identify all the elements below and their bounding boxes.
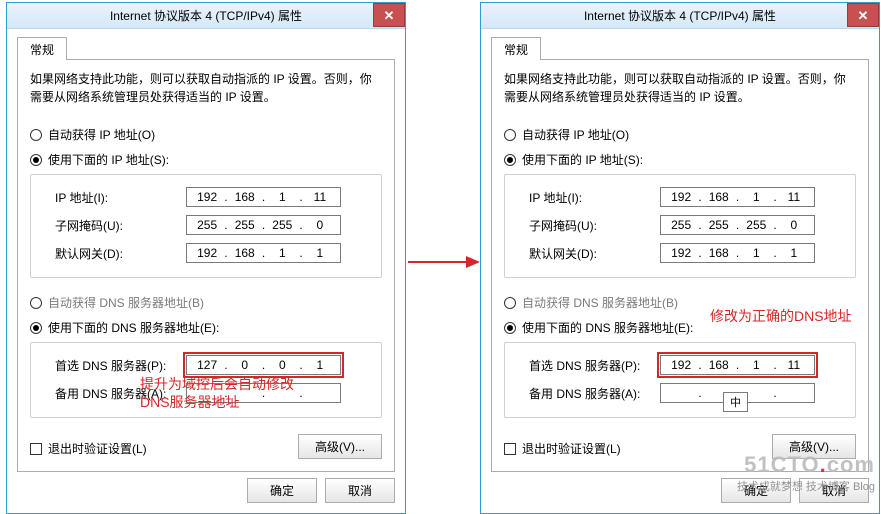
tabs: 常规: [17, 35, 395, 59]
dialog-body: 常规 如果网络支持此功能，则可以获取自动指派的 IP 设置。否则，你需要从网络系…: [7, 29, 405, 513]
validate-on-exit-checkbox[interactable]: 退出时验证设置(L): [30, 440, 147, 457]
close-button[interactable]: ✕: [847, 3, 879, 27]
radio-auto-ip[interactable]: 自动获得 IP 地址(O): [30, 122, 382, 147]
radio-manual-dns[interactable]: 使用下面的 DNS 服务器地址(E):: [30, 315, 382, 340]
label-gateway: 默认网关(D):: [41, 245, 186, 262]
row-ip: IP 地址(I): 192. 168. 1. 11: [41, 183, 371, 211]
ip-settings-group: IP 地址(I): 192. 168. 1. 11 子网掩码(U): 255. …: [30, 174, 382, 278]
label-ip: IP 地址(I):: [515, 189, 660, 206]
label-ip: IP 地址(I):: [41, 189, 186, 206]
description-text: 如果网络支持此功能，则可以获取自动指派的 IP 设置。否则，你需要从网络系统管理…: [504, 70, 856, 106]
row-dns1: 首选 DNS 服务器(P): 192. 168. 1. 11: [515, 351, 845, 379]
cancel-button[interactable]: 取消: [325, 478, 395, 503]
titlebar[interactable]: Internet 协议版本 4 (TCP/IPv4) 属性 ✕: [7, 3, 405, 29]
radio-icon: [30, 154, 42, 166]
row-mask: 子网掩码(U): 255. 255. 255. 0: [41, 211, 371, 239]
row-ip: IP 地址(I): 192. 168. 1. 11: [515, 183, 845, 211]
subnet-mask-input[interactable]: 255. 255. 255. 0: [186, 215, 341, 235]
radio-icon: [504, 129, 516, 141]
ip-address-input[interactable]: 192. 168. 1. 11: [186, 187, 341, 207]
tab-general[interactable]: 常规: [491, 37, 541, 60]
advanced-button[interactable]: 高级(V)...: [298, 434, 382, 459]
arrow-icon: [408, 255, 480, 269]
ime-badge: 中: [723, 392, 748, 412]
label-dns2: 备用 DNS 服务器(A):: [515, 385, 660, 402]
watermark: 51CTO.com 技术成就梦想 技术博客 Blog: [737, 452, 875, 494]
ip-settings-group: IP 地址(I): 192. 168. 1. 11 子网掩码(U): 255. …: [504, 174, 856, 278]
radio-label: 使用下面的 DNS 服务器地址(E):: [48, 319, 219, 336]
radio-label: 自动获得 DNS 服务器地址(B): [48, 294, 204, 311]
annotation-right: 修改为正确的DNS地址: [710, 307, 852, 325]
radio-label: 使用下面的 DNS 服务器地址(E):: [522, 319, 693, 336]
dialog-title: Internet 协议版本 4 (TCP/IPv4) 属性: [584, 7, 776, 24]
dialog-buttons: 确定 取消: [17, 478, 395, 503]
close-button[interactable]: ✕: [373, 3, 405, 27]
radio-icon: [30, 129, 42, 141]
row-dns2: 备用 DNS 服务器(A): . . .: [515, 379, 845, 407]
radio-icon: [504, 297, 516, 309]
gateway-input[interactable]: 192. 168. 1. 1: [660, 243, 815, 263]
radio-auto-dns: 自动获得 DNS 服务器地址(B): [30, 290, 382, 315]
close-icon: ✕: [858, 9, 869, 22]
row-gateway: 默认网关(D): 192. 168. 1. 1: [515, 239, 845, 267]
checkbox-label: 退出时验证设置(L): [48, 440, 147, 457]
close-icon: ✕: [384, 9, 395, 22]
radio-label: 使用下面的 IP 地址(S):: [48, 151, 169, 168]
row-gateway: 默认网关(D): 192. 168. 1. 1: [41, 239, 371, 267]
ip-address-input[interactable]: 192. 168. 1. 11: [660, 187, 815, 207]
radio-icon: [504, 154, 516, 166]
tab-general[interactable]: 常规: [17, 37, 67, 60]
preferred-dns-input[interactable]: 127. 0. 0. 1: [186, 355, 341, 375]
label-mask: 子网掩码(U):: [515, 217, 660, 234]
radio-label: 自动获得 IP 地址(O): [48, 126, 155, 143]
tab-panel-general: 如果网络支持此功能，则可以获取自动指派的 IP 设置。否则，你需要从网络系统管理…: [491, 59, 869, 472]
tcpip-properties-dialog-right: Internet 协议版本 4 (TCP/IPv4) 属性 ✕ 常规 如果网络支…: [480, 2, 880, 514]
radio-label: 自动获得 IP 地址(O): [522, 126, 629, 143]
radio-icon: [30, 322, 42, 334]
radio-label: 自动获得 DNS 服务器地址(B): [522, 294, 678, 311]
tabs: 常规: [491, 35, 869, 59]
gateway-input[interactable]: 192. 168. 1. 1: [186, 243, 341, 263]
radio-icon: [30, 297, 42, 309]
checkbox-icon: [30, 443, 42, 455]
subnet-mask-input[interactable]: 255. 255. 255. 0: [660, 215, 815, 235]
radio-manual-ip[interactable]: 使用下面的 IP 地址(S):: [504, 147, 856, 172]
label-mask: 子网掩码(U):: [41, 217, 186, 234]
checkbox-icon: [504, 443, 516, 455]
radio-auto-ip[interactable]: 自动获得 IP 地址(O): [504, 122, 856, 147]
description-text: 如果网络支持此功能，则可以获取自动指派的 IP 设置。否则，你需要从网络系统管理…: [30, 70, 382, 106]
label-gateway: 默认网关(D):: [515, 245, 660, 262]
radio-label: 使用下面的 IP 地址(S):: [522, 151, 643, 168]
preferred-dns-input[interactable]: 192. 168. 1. 11: [660, 355, 815, 375]
checkbox-label: 退出时验证设置(L): [522, 440, 621, 457]
label-dns1: 首选 DNS 服务器(P):: [515, 357, 660, 374]
dialog-body: 常规 如果网络支持此功能，则可以获取自动指派的 IP 设置。否则，你需要从网络系…: [481, 29, 879, 513]
radio-icon: [504, 322, 516, 334]
titlebar[interactable]: Internet 协议版本 4 (TCP/IPv4) 属性 ✕: [481, 3, 879, 29]
label-dns1: 首选 DNS 服务器(P):: [41, 357, 186, 374]
dns-settings-group: 首选 DNS 服务器(P): 192. 168. 1. 11 备用 DNS 服务…: [504, 342, 856, 418]
radio-manual-ip[interactable]: 使用下面的 IP 地址(S):: [30, 147, 382, 172]
validate-on-exit-checkbox[interactable]: 退出时验证设置(L): [504, 440, 621, 457]
tcpip-properties-dialog-left: Internet 协议版本 4 (TCP/IPv4) 属性 ✕ 常规 如果网络支…: [6, 2, 406, 514]
dialog-title: Internet 协议版本 4 (TCP/IPv4) 属性: [110, 7, 302, 24]
row-mask: 子网掩码(U): 255. 255. 255. 0: [515, 211, 845, 239]
annotation-left: 提升为域控后会自动修改 DNS服务器地址: [140, 375, 294, 411]
ok-button[interactable]: 确定: [247, 478, 317, 503]
